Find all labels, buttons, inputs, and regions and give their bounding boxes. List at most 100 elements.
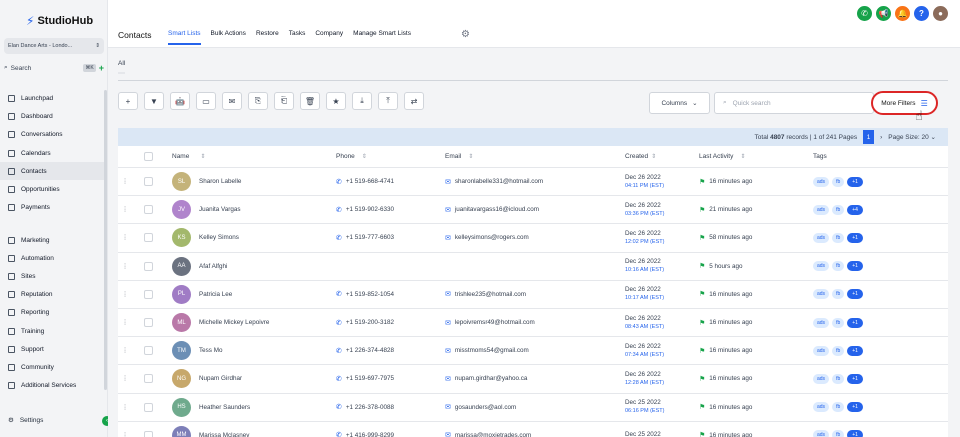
export-button[interactable]: ⤒	[378, 92, 398, 110]
contact-name[interactable]: Marissa Mclasney	[199, 432, 249, 437]
table-row[interactable]: ⋮ PL Patricia Lee ✆ +1 519-852-1054 ✉ trishlee…	[118, 281, 948, 309]
sidebar-item-contacts[interactable]: Contacts	[0, 162, 104, 181]
email-cell[interactable]: ✉ trishlee235@hotmail.com	[445, 290, 625, 299]
sidebar-search[interactable]: ⌕ Search ⌘K +	[4, 62, 104, 74]
phone-number[interactable]: +1 519-697-7975	[346, 375, 394, 382]
tag-badge[interactable]: ads	[813, 430, 830, 437]
row-menu-icon[interactable]: ⋮	[118, 375, 132, 382]
contact-name-cell[interactable]: NG Nupam Girdhar	[172, 369, 330, 389]
row-checkbox[interactable]	[144, 289, 153, 299]
table-row[interactable]: ⋮ HS Heather Saunders ✆ +1 226-378-0088 ✉ gosa…	[118, 394, 948, 422]
sidebar-scrollbar[interactable]	[104, 90, 107, 390]
tag-badge[interactable]: fb	[832, 289, 845, 300]
star-button[interactable]: ★	[326, 92, 346, 110]
tag-badge[interactable]: fb	[832, 373, 845, 384]
sidebar-item-additional-services[interactable]: Additional Services	[0, 377, 104, 395]
row-menu-icon[interactable]: ⋮	[118, 319, 132, 326]
more-filters-button[interactable]: More Filters ☰	[871, 91, 938, 115]
more-tags-button[interactable]: +1	[847, 261, 863, 272]
add-tag-button[interactable]: ⎘	[248, 92, 268, 110]
sidebar-item-settings[interactable]: ⚙ Settings	[8, 416, 43, 425]
select-all-checkbox[interactable]	[144, 152, 153, 161]
automation-button[interactable]: 🤖	[170, 92, 190, 110]
row-checkbox[interactable]	[144, 205, 153, 215]
contact-name[interactable]: Heather Saunders	[199, 404, 250, 411]
row-menu-icon[interactable]: ⋮	[118, 234, 132, 241]
contact-name-cell[interactable]: TM Tess Mo	[172, 341, 330, 361]
more-tags-button[interactable]: +1	[847, 176, 863, 187]
settings-gear-icon[interactable]: ⚙	[461, 29, 470, 40]
contact-name-cell[interactable]: JV Juanita Vargas	[172, 200, 330, 220]
tab-smart-lists[interactable]: Smart Lists	[168, 30, 201, 45]
contact-name[interactable]: Afaf Alfghi	[199, 263, 227, 270]
email-cell[interactable]: ✉ juanitavargass16@icloud.com	[445, 206, 625, 214]
tag-badge[interactable]: ads	[813, 204, 830, 215]
row-menu-icon[interactable]: ⋮	[118, 347, 132, 354]
phone-number[interactable]: +1 226-374-4828	[346, 347, 394, 354]
tag-badge[interactable]: ads	[813, 232, 830, 243]
tag-badge[interactable]: fb	[832, 317, 845, 328]
sidebar-item-sites[interactable]: Sites	[0, 267, 104, 285]
user-avatar[interactable]: ●	[933, 6, 948, 21]
contact-name[interactable]: Nupam Girdhar	[199, 375, 242, 382]
tag-badge[interactable]: ads	[813, 373, 830, 384]
more-tags-button[interactable]: +1	[847, 402, 863, 413]
column-header-email[interactable]: Email ⇕	[445, 153, 625, 160]
email-cell[interactable]: ✉ sharonlabelle331@hotmail.com	[445, 178, 625, 186]
megaphone-icon[interactable]: 📢	[876, 6, 891, 21]
more-tags-button[interactable]: +4	[847, 204, 863, 215]
row-checkbox[interactable]	[144, 233, 153, 243]
filter-button[interactable]: ▼	[144, 92, 164, 110]
delete-button[interactable]: 🗑	[300, 92, 320, 110]
more-tags-button[interactable]: +1	[847, 345, 863, 356]
phone-cell[interactable]: ✆ +1 519-852-1054	[330, 290, 445, 299]
email-cell[interactable]: ✉ nupam.girdhar@yahoo.ca	[445, 375, 625, 383]
sidebar-item-conversations[interactable]: Conversations	[0, 126, 104, 144]
contact-name-cell[interactable]: MM Marissa Mclasney	[172, 425, 330, 437]
tag-badge[interactable]: fb	[832, 345, 845, 356]
contact-name-cell[interactable]: PL Patricia Lee	[172, 284, 330, 304]
phone-cell[interactable]: ✆ +1 226-374-4828	[330, 347, 445, 355]
table-row[interactable]: ⋮ MM Marissa Mclasney ✆ +1 416-999-8299 ✉ mari…	[118, 422, 948, 437]
email-address[interactable]: trishlee235@hotmail.com	[455, 291, 526, 298]
tag-badge[interactable]: ads	[813, 317, 830, 328]
phone-number[interactable]: +1 226-378-0088	[346, 404, 394, 411]
tag-badge[interactable]: fb	[832, 430, 845, 437]
phone-icon[interactable]: ✆	[857, 6, 872, 21]
tag-badge[interactable]: fb	[832, 232, 845, 243]
sidebar-item-reporting[interactable]: Reporting	[0, 304, 104, 322]
remove-tag-button[interactable]: ⎗	[274, 92, 294, 110]
tab-bulk-actions[interactable]: Bulk Actions	[211, 30, 246, 45]
sidebar-item-payments[interactable]: Payments	[0, 199, 104, 217]
email-address[interactable]: marissa@moxietrades.com	[455, 432, 531, 437]
phone-cell[interactable]: ✆ +1 519-777-6603	[330, 234, 445, 242]
table-row[interactable]: ⋮ AA Afaf Alfghi Dec 26 2022 10:16 AM (EST) ⚑…	[118, 253, 948, 281]
contact-name[interactable]: Kelley Simons	[199, 234, 239, 241]
more-tags-button[interactable]: +1	[847, 317, 863, 328]
table-row[interactable]: ⋮ TM Tess Mo ✆ +1 226-374-4828 ✉ misstmoms54@g…	[118, 337, 948, 366]
account-switcher[interactable]: Elan Dance Arts - Londo... ⇕	[4, 38, 104, 54]
phone-number[interactable]: +1 519-200-3182	[346, 319, 394, 326]
quick-add-icon[interactable]: +	[99, 63, 104, 73]
phone-cell[interactable]: ✆ +1 519-902-6330	[330, 206, 445, 214]
phone-cell[interactable]: ✆ +1 226-378-0088	[330, 403, 445, 412]
tag-badge[interactable]: ads	[813, 289, 830, 300]
row-menu-icon[interactable]: ⋮	[118, 263, 132, 270]
more-tags-button[interactable]: +1	[847, 430, 863, 437]
next-page-icon[interactable]: ›	[880, 134, 882, 141]
tag-badge[interactable]: ads	[813, 176, 830, 187]
contact-name-cell[interactable]: HS Heather Saunders	[172, 397, 330, 417]
notification-bell-icon[interactable]: 🔔	[895, 6, 910, 21]
contact-name-cell[interactable]: ML Michelle Mickey Lepoivre	[172, 313, 330, 333]
sidebar-item-training[interactable]: Training	[0, 322, 104, 340]
email-cell[interactable]: ✉ gosaunders@aol.com	[445, 403, 625, 412]
more-tags-button[interactable]: +1	[847, 373, 863, 384]
sidebar-item-dashboard[interactable]: Dashboard	[0, 107, 104, 125]
email-address[interactable]: misstmoms54@gmail.com	[455, 347, 529, 354]
row-menu-icon[interactable]: ⋮	[118, 432, 132, 437]
contact-name-cell[interactable]: AA Afaf Alfghi	[172, 256, 330, 276]
sidebar-item-community[interactable]: Community	[0, 358, 104, 376]
email-cell[interactable]: ✉ kelleysimons@rogers.com	[445, 234, 625, 242]
sidebar-item-launchpad[interactable]: Launchpad	[0, 89, 104, 107]
column-header-last-activity[interactable]: Last Activity ⇕	[699, 153, 807, 160]
